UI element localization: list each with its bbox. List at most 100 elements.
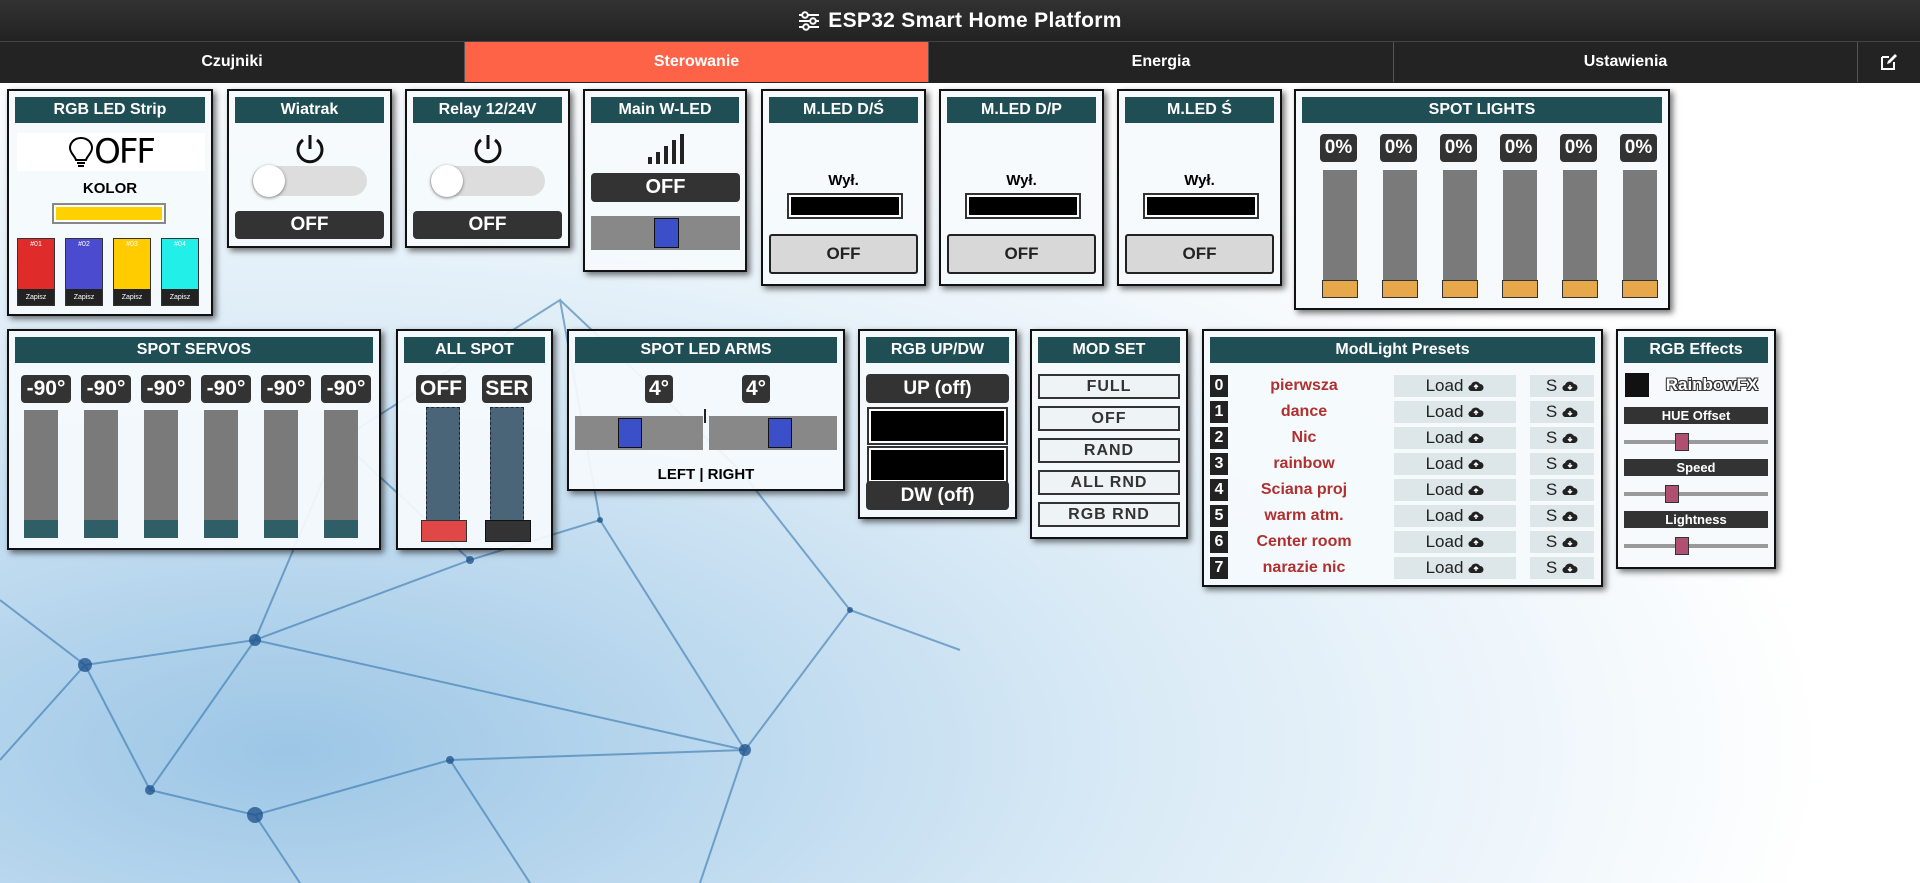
slider-thumb[interactable] bbox=[1442, 280, 1478, 298]
mled-ds-card: M.LED D/Ś Wył. OFF bbox=[761, 89, 926, 286]
spot-light-slider[interactable] bbox=[1322, 170, 1358, 298]
tab-energia[interactable]: Energia bbox=[929, 42, 1394, 82]
preset-load-button[interactable]: Load bbox=[1394, 401, 1516, 423]
preset-save-button[interactable]: S bbox=[1530, 375, 1594, 397]
slider-thumb[interactable] bbox=[1674, 433, 1689, 451]
preset-load-button[interactable]: Load bbox=[1394, 453, 1516, 475]
spot-servo-slider[interactable] bbox=[144, 410, 178, 538]
spot-servo-slider[interactable] bbox=[264, 410, 298, 538]
color-swatch[interactable]: #04 Zapisz bbox=[161, 238, 199, 306]
card-title: ModLight Presets bbox=[1210, 337, 1595, 363]
rgb-power-toggle[interactable]: OFF bbox=[17, 132, 205, 172]
slider-thumb[interactable] bbox=[324, 520, 358, 538]
slider-thumb[interactable] bbox=[24, 520, 58, 538]
slider-thumb[interactable] bbox=[1322, 280, 1358, 298]
power-icon bbox=[474, 135, 502, 164]
preset-load-button[interactable]: Load bbox=[1394, 375, 1516, 397]
spot-light-slider[interactable] bbox=[1562, 170, 1598, 298]
up-state-button[interactable]: UP (off) bbox=[866, 374, 1009, 403]
spot-servo-slider[interactable] bbox=[324, 410, 358, 538]
tab-czujniki[interactable]: Czujniki bbox=[0, 42, 465, 82]
effect-slider[interactable] bbox=[1624, 433, 1768, 451]
save-label: S bbox=[1545, 454, 1558, 473]
tab-sterowanie[interactable]: Sterowanie bbox=[465, 42, 929, 82]
left-arm-slider[interactable] bbox=[575, 416, 703, 450]
effect-color-swatch[interactable] bbox=[1625, 373, 1649, 397]
slider-thumb[interactable] bbox=[1382, 280, 1418, 298]
swatch-save-label: Zapisz bbox=[114, 289, 150, 305]
effect-name[interactable]: RainbowFX bbox=[1656, 373, 1768, 397]
spot-servo-slider[interactable] bbox=[204, 410, 238, 538]
spot-light-slider[interactable] bbox=[1502, 170, 1538, 298]
preset-save-button[interactable]: S bbox=[1530, 453, 1594, 475]
nav-tabs: Czujniki Sterowanie Energia Ustawienia bbox=[0, 41, 1920, 83]
card-title: ALL SPOT bbox=[404, 337, 545, 363]
color-swatch[interactable]: #01 Zapisz bbox=[17, 238, 55, 306]
relay-card: Relay 12/24V OFF bbox=[405, 89, 570, 248]
load-label: Load bbox=[1425, 480, 1464, 499]
spot-light-slider[interactable] bbox=[1382, 170, 1418, 298]
effect-slider[interactable] bbox=[1624, 485, 1768, 503]
preset-save-button[interactable]: S bbox=[1530, 479, 1594, 501]
card-title: RGB UP/DW bbox=[866, 337, 1009, 363]
preset-load-button[interactable]: Load bbox=[1394, 479, 1516, 501]
preset-load-button[interactable]: Load bbox=[1394, 557, 1516, 579]
mled-color-field[interactable] bbox=[789, 195, 901, 217]
dw-state-button[interactable]: DW (off) bbox=[866, 481, 1009, 510]
mled-color-field[interactable] bbox=[967, 195, 1079, 217]
color-swatch[interactable]: #03 Zapisz bbox=[113, 238, 151, 306]
spot-servo-value: -90° bbox=[141, 375, 191, 403]
up-color-field[interactable] bbox=[869, 409, 1006, 443]
mod-set-button[interactable]: ALL RND bbox=[1038, 470, 1180, 495]
color-picker[interactable] bbox=[52, 203, 166, 224]
mod-set-button[interactable]: OFF bbox=[1038, 406, 1180, 431]
cloud-upload-icon bbox=[1463, 380, 1484, 392]
mled-ds-button[interactable]: OFF bbox=[769, 234, 918, 274]
slider-thumb[interactable] bbox=[1664, 485, 1679, 503]
spot-light-value: 0% bbox=[1620, 134, 1657, 162]
preset-row: 6 Center room Load S bbox=[1210, 531, 1600, 555]
mled-s-button[interactable]: OFF bbox=[1125, 234, 1274, 274]
slider-thumb[interactable] bbox=[1674, 537, 1689, 555]
right-arm-slider[interactable] bbox=[709, 416, 837, 450]
edit-button[interactable] bbox=[1858, 42, 1920, 82]
spot-light-slider[interactable] bbox=[1622, 170, 1658, 298]
preset-row: 7 narazie nic Load S bbox=[1210, 557, 1600, 581]
color-swatch[interactable]: #02 Zapisz bbox=[65, 238, 103, 306]
preset-load-button[interactable]: Load bbox=[1394, 505, 1516, 527]
preset-save-button[interactable]: S bbox=[1530, 557, 1594, 579]
slider-thumb[interactable] bbox=[84, 520, 118, 538]
mod-set-button[interactable]: RAND bbox=[1038, 438, 1180, 463]
slider-thumb[interactable] bbox=[1502, 280, 1538, 298]
wiatrak-toggle[interactable] bbox=[252, 165, 367, 197]
slider-thumb[interactable] bbox=[144, 520, 178, 538]
cloud-download-icon bbox=[1557, 432, 1578, 444]
tab-ustawienia[interactable]: Ustawienia bbox=[1394, 42, 1858, 82]
relay-toggle[interactable] bbox=[430, 165, 545, 197]
preset-save-button[interactable]: S bbox=[1530, 505, 1594, 527]
slider-thumb[interactable] bbox=[264, 520, 298, 538]
spot-light-value: 0% bbox=[1560, 134, 1597, 162]
mod-set-button[interactable]: FULL bbox=[1038, 374, 1180, 399]
slider-thumb[interactable] bbox=[204, 520, 238, 538]
slider-thumb[interactable] bbox=[1562, 280, 1598, 298]
spot-servo-slider[interactable] bbox=[24, 410, 58, 538]
mled-status-label: Wył. bbox=[1184, 172, 1215, 189]
mled-dp-button[interactable]: OFF bbox=[947, 234, 1096, 274]
preset-load-button[interactable]: Load bbox=[1394, 427, 1516, 449]
rgb-strip-card: RGB LED Strip OFF KOLOR #01 Zapisz #02 Zapi… bbox=[7, 89, 213, 316]
effect-slider[interactable] bbox=[1624, 537, 1768, 555]
preset-save-button[interactable]: S bbox=[1530, 531, 1594, 553]
all-spot-ser-slider[interactable] bbox=[485, 407, 531, 542]
preset-load-button[interactable]: Load bbox=[1394, 531, 1516, 553]
all-spot-off-slider[interactable] bbox=[421, 407, 467, 542]
dw-color-field[interactable] bbox=[869, 448, 1006, 482]
slider-thumb[interactable] bbox=[1622, 280, 1658, 298]
preset-save-button[interactable]: S bbox=[1530, 427, 1594, 449]
spot-light-slider[interactable] bbox=[1442, 170, 1478, 298]
wled-brightness-slider[interactable] bbox=[591, 216, 740, 250]
spot-servo-slider[interactable] bbox=[84, 410, 118, 538]
mod-set-button[interactable]: RGB RND bbox=[1038, 502, 1180, 527]
mled-color-field[interactable] bbox=[1145, 195, 1257, 217]
preset-save-button[interactable]: S bbox=[1530, 401, 1594, 423]
